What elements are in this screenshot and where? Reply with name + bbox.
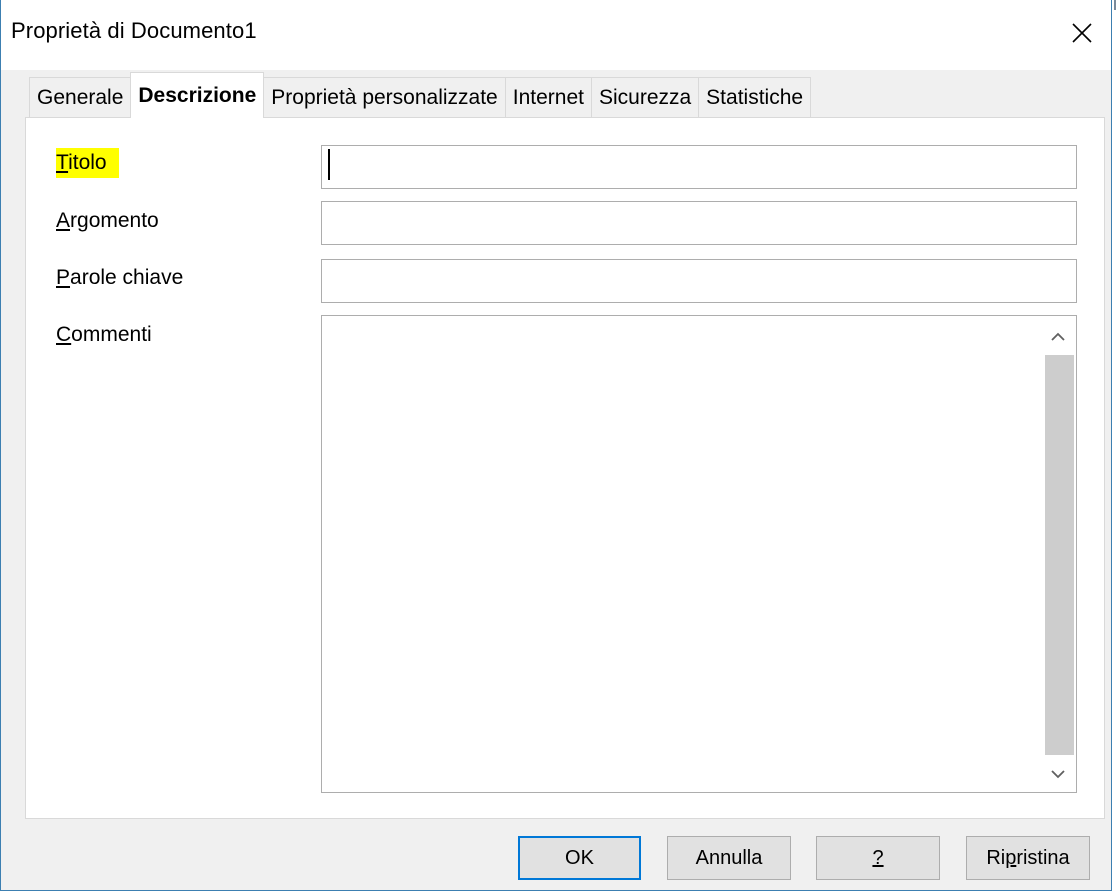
comments-label: Commenti xyxy=(56,323,152,346)
description-panel: Titolo Argomento Parole chiave Commenti xyxy=(25,117,1105,819)
window-edge-mark xyxy=(1114,0,1116,10)
chevron-up-icon xyxy=(1051,332,1065,341)
tab-internet[interactable]: Internet xyxy=(504,77,592,118)
title-input[interactable] xyxy=(321,145,1077,189)
title-label: Titolo xyxy=(56,148,119,178)
help-button[interactable]: ? xyxy=(816,836,940,880)
tab-bar: Generale Descrizione Proprietà personali… xyxy=(29,72,812,118)
tab-descrizione[interactable]: Descrizione xyxy=(130,72,265,118)
title-bar: Proprietà di Documento1 xyxy=(1,0,1111,70)
reset-button[interactable]: Ri p ristina xyxy=(966,836,1090,880)
keywords-input[interactable] xyxy=(321,259,1077,303)
scroll-up-button[interactable] xyxy=(1041,319,1075,353)
keywords-label: Parole chiave xyxy=(56,266,184,289)
ok-button[interactable]: OK xyxy=(518,836,641,880)
subject-input[interactable] xyxy=(321,201,1077,245)
scroll-track[interactable] xyxy=(1045,355,1074,755)
text-caret xyxy=(328,149,330,180)
window-title: Proprietà di Documento1 xyxy=(11,18,257,43)
comments-textarea[interactable] xyxy=(321,315,1077,793)
close-button[interactable] xyxy=(1061,12,1103,54)
close-icon xyxy=(1072,23,1092,43)
comments-scrollbar[interactable] xyxy=(1041,317,1075,791)
subject-label: Argomento xyxy=(56,209,159,232)
scroll-down-button[interactable] xyxy=(1041,757,1075,791)
cancel-button[interactable]: Annulla xyxy=(667,836,791,880)
chevron-down-icon xyxy=(1051,769,1065,778)
tab-sicurezza[interactable]: Sicurezza xyxy=(590,77,700,118)
tab-generale[interactable]: Generale xyxy=(29,77,132,118)
properties-dialog: Proprietà di Documento1 Generale Descriz… xyxy=(0,0,1116,891)
tab-proprieta-personalizzate[interactable]: Proprietà personalizzate xyxy=(263,77,506,118)
tab-statistiche[interactable]: Statistiche xyxy=(698,77,812,118)
